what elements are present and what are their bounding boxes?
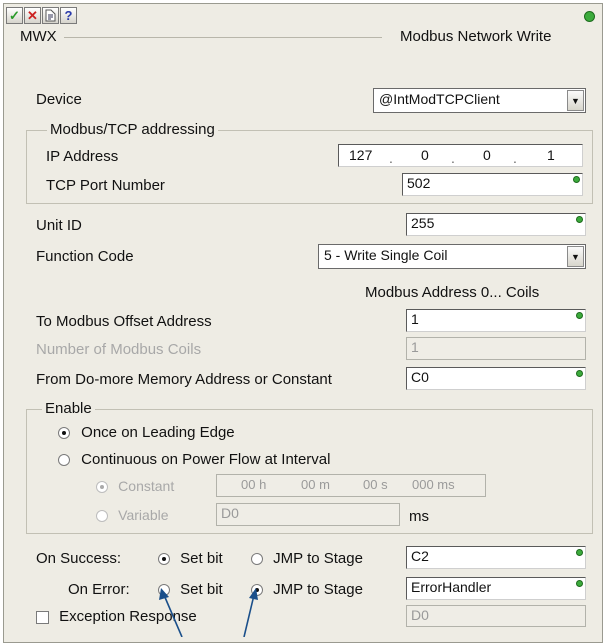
interval-milliseconds: 000 ms xyxy=(412,477,455,492)
interval-variable-option: Variable xyxy=(96,507,169,524)
function-code-select[interactable]: 5 - Write Single Coil ▼ xyxy=(318,244,586,269)
from-memory-label: From Do-more Memory Address or Constant xyxy=(36,371,332,388)
enable-legend: Enable xyxy=(42,400,95,417)
enable-continuous-option[interactable]: Continuous on Power Flow at Interval xyxy=(58,451,330,468)
valid-indicator-icon xyxy=(576,549,583,556)
modbus-address-range: Modbus Address 0... Coils xyxy=(365,284,540,301)
exception-response-field: D0 xyxy=(406,605,586,627)
interval-constant-option: Constant xyxy=(96,478,174,495)
unit-id-label: Unit ID xyxy=(36,217,82,234)
interval-variable-field: D0 xyxy=(216,503,400,526)
valid-indicator-icon xyxy=(576,312,583,319)
from-memory-field[interactable]: C0 xyxy=(406,367,586,390)
on-success-jmp-label: JMP to Stage xyxy=(273,550,363,567)
chevron-down-icon[interactable]: ▼ xyxy=(567,90,584,111)
device-select[interactable]: @IntModTCPClient ▼ xyxy=(373,88,586,113)
valid-indicator-icon xyxy=(576,370,583,377)
num-coils-value: 1 xyxy=(411,339,419,355)
on-success-set-bit-option[interactable]: Set bit xyxy=(158,550,223,567)
num-coils-field: 1 xyxy=(406,337,586,360)
on-error-field[interactable]: ErrorHandler xyxy=(406,577,586,600)
interval-variable-value: D0 xyxy=(221,505,239,521)
cancel-x-icon[interactable]: ✕ xyxy=(24,7,41,24)
interval-minutes: 00 m xyxy=(301,477,330,492)
on-success-set-bit-label: Set bit xyxy=(180,550,223,567)
chevron-down-icon[interactable]: ▼ xyxy=(567,246,584,267)
radio-selected-icon[interactable] xyxy=(158,553,170,566)
ip-octet-3: 0 xyxy=(483,147,491,163)
on-error-jmp-option[interactable]: JMP to Stage xyxy=(251,581,363,598)
instruction-name: MWX xyxy=(20,28,57,45)
on-error-jmp-label: JMP to Stage xyxy=(273,581,363,598)
valid-indicator-icon xyxy=(576,216,583,223)
interval-seconds: 00 s xyxy=(363,477,388,492)
ok-check-icon[interactable]: ✓ xyxy=(6,7,23,24)
ip-address-label: IP Address xyxy=(46,148,119,165)
ip-octet-1: 127 xyxy=(349,147,373,163)
radio-selected-icon[interactable] xyxy=(58,427,70,440)
interval-constant-field: 00 h 00 m 00 s 000 ms xyxy=(216,474,486,497)
valid-indicator-icon xyxy=(573,176,580,183)
tcp-port-field[interactable]: 502 xyxy=(402,173,583,196)
offset-address-value: 1 xyxy=(411,311,419,327)
continuous-label: Continuous on Power Flow at Interval xyxy=(81,451,331,468)
on-error-set-bit-label: Set bit xyxy=(180,581,223,598)
tcp-port-value: 502 xyxy=(407,175,431,191)
help-icon[interactable]: ? xyxy=(60,7,77,24)
header-divider xyxy=(64,37,382,38)
on-success-jmp-option[interactable]: JMP to Stage xyxy=(251,550,363,567)
exception-response-option[interactable]: Exception Response xyxy=(36,608,197,625)
on-error-label: On Error: xyxy=(68,581,130,598)
ip-octet-4: 1 xyxy=(547,147,555,163)
checkbox-icon[interactable] xyxy=(36,610,49,624)
status-light-icon xyxy=(584,11,595,22)
on-success-value: C2 xyxy=(411,548,429,564)
variable-label: Variable xyxy=(118,507,169,523)
on-error-value: ErrorHandler xyxy=(411,579,492,595)
from-memory-value: C0 xyxy=(411,369,429,385)
radio-unselected-icon[interactable] xyxy=(158,584,170,597)
on-error-set-bit-option[interactable]: Set bit xyxy=(158,581,223,598)
instruction-description: Modbus Network Write xyxy=(400,28,552,45)
unit-id-value: 255 xyxy=(411,215,435,231)
unit-id-field[interactable]: 255 xyxy=(406,213,586,236)
constant-label: Constant xyxy=(118,478,175,494)
radio-selected-icon xyxy=(96,481,108,494)
tag-browser-icon[interactable] xyxy=(42,7,59,24)
device-value: @IntModTCPClient xyxy=(379,91,500,107)
exception-response-value: D0 xyxy=(411,607,429,623)
ip-address-field[interactable]: 127 . 0 . 0 . 1 xyxy=(338,144,583,167)
function-code-label: Function Code xyxy=(36,248,134,265)
valid-indicator-icon xyxy=(576,580,583,587)
radio-unselected-icon[interactable] xyxy=(58,454,70,467)
interval-hours: 00 h xyxy=(241,477,267,492)
device-label: Device xyxy=(36,91,82,108)
on-success-label: On Success: xyxy=(36,550,122,567)
function-code-value: 5 - Write Single Coil xyxy=(324,247,448,263)
offset-address-field[interactable]: 1 xyxy=(406,309,586,332)
mwx-dialog: ✓ ✕ ? MWX Modbus Network Write Device @I… xyxy=(3,3,603,643)
radio-unselected-icon xyxy=(96,510,108,523)
tcp-addressing-legend: Modbus/TCP addressing xyxy=(47,121,218,138)
num-coils-label: Number of Modbus Coils xyxy=(36,341,202,358)
ip-octet-2: 0 xyxy=(421,147,429,163)
exception-response-label: Exception Response xyxy=(59,608,197,625)
tcp-port-label: TCP Port Number xyxy=(46,177,165,194)
leading-edge-label: Once on Leading Edge xyxy=(81,424,235,441)
interval-unit-label: ms xyxy=(409,508,429,525)
enable-leading-edge-option[interactable]: Once on Leading Edge xyxy=(58,424,235,441)
on-success-field[interactable]: C2 xyxy=(406,546,586,569)
radio-unselected-icon[interactable] xyxy=(251,553,263,566)
radio-selected-icon[interactable] xyxy=(251,584,263,597)
offset-address-label: To Modbus Offset Address xyxy=(36,313,212,330)
